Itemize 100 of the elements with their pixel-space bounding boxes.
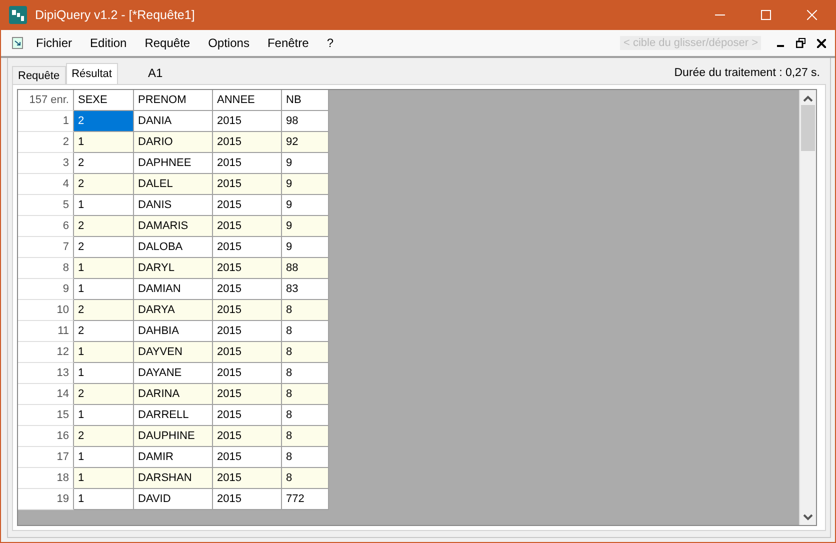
table-cell: 9 xyxy=(282,237,329,258)
row-number: 2 xyxy=(18,132,74,153)
scroll-up-icon[interactable] xyxy=(803,95,813,103)
table-cell: DAYANE xyxy=(134,363,213,384)
table-cell: 1 xyxy=(74,279,134,300)
table-cell: 2015 xyxy=(213,447,282,468)
table-cell: 2 xyxy=(74,237,134,258)
row-number: 17 xyxy=(18,447,74,468)
table-cell: 83 xyxy=(282,279,329,300)
menu-item[interactable]: Fenêtre xyxy=(258,36,318,50)
row-number: 8 xyxy=(18,258,74,279)
row-number: 15 xyxy=(18,405,74,426)
column-header[interactable]: NB xyxy=(282,90,329,111)
table-cell: DARINA xyxy=(134,384,213,405)
row-number: 6 xyxy=(18,216,74,237)
scrollbar-thumb[interactable] xyxy=(801,105,815,151)
row-number: 4 xyxy=(18,174,74,195)
table-cell: 8 xyxy=(282,468,329,489)
table-cell: DAYVEN xyxy=(134,342,213,363)
table-cell: 2 xyxy=(74,300,134,321)
table-cell: 9 xyxy=(282,216,329,237)
menu-item[interactable]: Options xyxy=(199,36,258,50)
table-cell: 772 xyxy=(282,489,329,510)
table-cell: 2015 xyxy=(213,132,282,153)
table-cell: 2015 xyxy=(213,216,282,237)
maximize-icon[interactable] xyxy=(761,10,771,20)
table-cell: 8 xyxy=(282,363,329,384)
table-cell: 2015 xyxy=(213,279,282,300)
table-cell: 8 xyxy=(282,300,329,321)
row-number: 1 xyxy=(18,111,74,132)
table-cell: 1 xyxy=(74,195,134,216)
table-cell: 1 xyxy=(74,363,134,384)
table-cell: 8 xyxy=(282,405,329,426)
document-icon[interactable] xyxy=(12,37,23,49)
table-cell: DARSHAN xyxy=(134,468,213,489)
row-number: 7 xyxy=(18,237,74,258)
table-cell: DANIA xyxy=(134,111,213,132)
table-cell: 2015 xyxy=(213,174,282,195)
table-cell: 1 xyxy=(74,489,134,510)
row-number: 11 xyxy=(18,321,74,342)
table-cell: DARIO xyxy=(134,132,213,153)
row-number: 12 xyxy=(18,342,74,363)
table-cell: 2 xyxy=(74,426,134,447)
row-number: 19 xyxy=(18,489,74,510)
table-cell: 2015 xyxy=(213,153,282,174)
table-cell: 2015 xyxy=(213,258,282,279)
column-header[interactable]: PRENOM xyxy=(134,90,213,111)
table-cell: 2 xyxy=(74,174,134,195)
table-cell: 1 xyxy=(74,468,134,489)
table-cell: 2015 xyxy=(213,363,282,384)
table-cell: 1 xyxy=(74,342,134,363)
window-title: DipiQuery v1.2 - [*Requête1] xyxy=(35,8,196,22)
row-number: 13 xyxy=(18,363,74,384)
table-cell: DARYA xyxy=(134,300,213,321)
cell-reference: A1 xyxy=(148,66,163,80)
menu-item[interactable]: Edition xyxy=(81,36,136,50)
table-cell: 2015 xyxy=(213,195,282,216)
table-cell: 2015 xyxy=(213,468,282,489)
table-cell: 98 xyxy=(282,111,329,132)
row-number: 14 xyxy=(18,384,74,405)
menu-item[interactable]: Requête xyxy=(136,36,200,50)
scroll-down-icon[interactable] xyxy=(803,513,813,521)
table-cell: 8 xyxy=(282,384,329,405)
table-cell: 2015 xyxy=(213,405,282,426)
table-cell: 2015 xyxy=(213,489,282,510)
table-cell: 8 xyxy=(282,321,329,342)
table-cell: 2015 xyxy=(213,111,282,132)
row-number: 16 xyxy=(18,426,74,447)
table-cell: 2015 xyxy=(213,342,282,363)
row-number: 18 xyxy=(18,468,74,489)
table-cell: 2 xyxy=(74,321,134,342)
scrollbar[interactable] xyxy=(799,90,816,525)
column-header[interactable]: ANNEE xyxy=(213,90,282,111)
row-number: 3 xyxy=(18,153,74,174)
table-cell: 1 xyxy=(74,132,134,153)
app-logo-icon xyxy=(9,6,27,24)
table-cell: 8 xyxy=(282,342,329,363)
table-cell: DAMIAN xyxy=(134,279,213,300)
table-cell: DAHBIA xyxy=(134,321,213,342)
row-number: 9 xyxy=(18,279,74,300)
row-number: 5 xyxy=(18,195,74,216)
table-cell: 2015 xyxy=(213,237,282,258)
table-cell: 1 xyxy=(74,405,134,426)
menu-item[interactable]: ? xyxy=(318,36,342,50)
table-cell: 2 xyxy=(74,111,134,132)
table-cell: DAPHNEE xyxy=(134,153,213,174)
table-cell: 2 xyxy=(74,216,134,237)
table-cell: DAVID xyxy=(134,489,213,510)
menu-item[interactable]: Fichier xyxy=(27,36,82,50)
tab[interactable]: Résultat xyxy=(66,63,118,84)
table-cell: 1 xyxy=(74,258,134,279)
table-cell: 2 xyxy=(74,153,134,174)
column-header[interactable]: SEXE xyxy=(74,90,134,111)
table-cell: 92 xyxy=(282,132,329,153)
tab[interactable]: Requête xyxy=(12,66,66,84)
table-cell: DANIS xyxy=(134,195,213,216)
table-cell: 2015 xyxy=(213,384,282,405)
table-cell: DARYL xyxy=(134,258,213,279)
row-number: 10 xyxy=(18,300,74,321)
table-cell: 1 xyxy=(74,447,134,468)
